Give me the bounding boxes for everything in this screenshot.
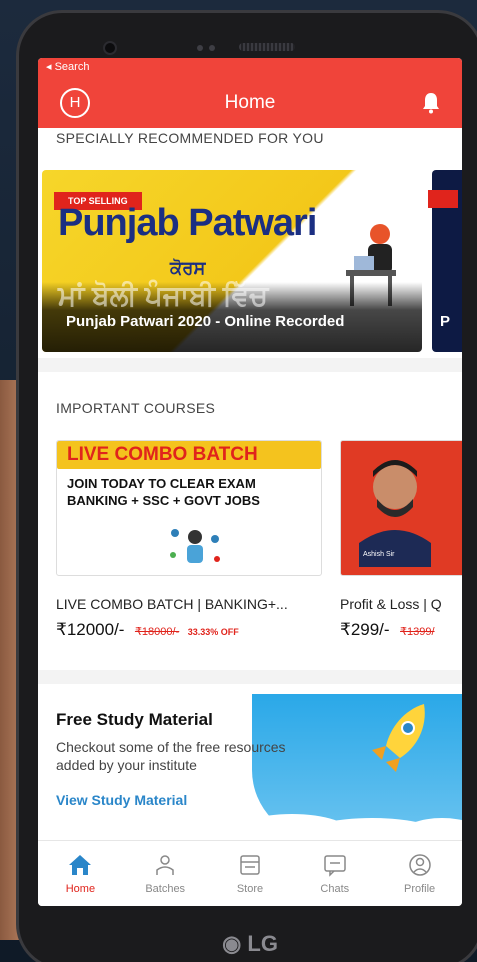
price-line: ₹12000/- ₹18000/- 33.33% OFF xyxy=(56,620,322,640)
course-card-profit-loss[interactable]: Ashish Sir Profit & Loss | Q ₹299/- ₹139… xyxy=(340,440,462,640)
chats-icon xyxy=(324,854,346,877)
study-person-icon xyxy=(170,529,220,563)
banner-title: Punjab Patwari xyxy=(58,202,317,244)
live-combo-title: LIVE COMBO BATCH xyxy=(57,441,321,469)
course-price: ₹12000/- xyxy=(56,620,125,639)
page-title: Home xyxy=(224,92,276,113)
lg-logo-icon: ◉ xyxy=(222,931,248,956)
tab-label: Profile xyxy=(403,882,436,895)
bell-icon[interactable] xyxy=(422,92,440,114)
batches-icon xyxy=(156,854,174,875)
tab-store[interactable]: Store xyxy=(215,853,285,895)
course-thumbnail: LIVE COMBO BATCH JOIN TODAY TO CLEAR EXA… xyxy=(56,440,322,576)
tab-home[interactable]: Home xyxy=(45,853,115,895)
app-screen: ◂ Search H Home SPECIALLY RECOMMENDED FO… xyxy=(38,58,462,906)
section-divider xyxy=(38,670,462,684)
price-line: ₹299/- ₹1399/ xyxy=(340,620,462,640)
important-courses-label: IMPORTANT COURSES xyxy=(56,400,216,416)
view-study-material-link[interactable]: View Study Material xyxy=(56,792,187,808)
study-title: Free Study Material xyxy=(56,710,213,729)
course-old-price: ₹18000/- xyxy=(134,626,180,638)
home-icon xyxy=(69,854,92,875)
camera-icon xyxy=(103,41,117,55)
banner-next[interactable]: P xyxy=(428,170,462,352)
back-to-search[interactable]: ◂ Search xyxy=(46,60,89,73)
study-description: Checkout some of the free resources adde… xyxy=(56,739,286,773)
section-divider xyxy=(38,358,462,372)
teacher-photo-icon xyxy=(359,460,431,567)
tab-label: Batches xyxy=(145,882,186,895)
tab-label: Home xyxy=(65,882,96,895)
course-name: LIVE COMBO BATCH | BANKING+... xyxy=(56,596,288,612)
speaker-grille xyxy=(239,43,295,51)
tab-profile[interactable]: Profile xyxy=(385,853,455,895)
recommended-carousel[interactable]: TOP SELLING Punjab Patwari ਕੋਰਸ ਮਾਂ ਬੋਲੀ… xyxy=(42,170,462,352)
courses-carousel[interactable]: LIVE COMBO BATCH JOIN TODAY TO CLEAR EXA… xyxy=(56,440,462,640)
banner-next-tag xyxy=(428,190,458,208)
tab-label: Store xyxy=(236,882,264,895)
device-brand: ◉ LG xyxy=(222,931,278,956)
course-price: ₹299/- xyxy=(340,620,390,639)
course-old-price: ₹1399/ xyxy=(400,626,435,638)
course-name: Profit & Loss | Q xyxy=(340,596,442,612)
tab-chats[interactable]: Chats xyxy=(300,853,370,895)
free-study-card[interactable]: Free Study Material Checkout some of the… xyxy=(38,694,462,840)
app-header: ◂ Search H Home xyxy=(38,58,462,128)
rocket-icon xyxy=(372,704,425,772)
course-discount: 33.33% OFF xyxy=(187,627,239,637)
course-card-live-combo[interactable]: LIVE COMBO BATCH JOIN TODAY TO CLEAR EXA… xyxy=(56,440,322,640)
profile-icon xyxy=(408,853,431,876)
cloud-icon xyxy=(252,814,462,840)
tab-label: Chats xyxy=(320,882,350,895)
join-text: JOIN TODAY TO CLEAR EXAM BANKING + SSC +… xyxy=(67,476,260,508)
banner-subtitle: ਕੋਰਸ xyxy=(170,258,206,278)
store-icon xyxy=(240,854,260,875)
bottom-tab-bar: Home Batches Store Chats Profile xyxy=(38,840,462,906)
course-thumbnail: Ashish Sir xyxy=(340,440,462,576)
banner-caption: Punjab Patwari 2020 - Online Recorded xyxy=(66,313,345,330)
tab-batches[interactable]: Batches xyxy=(130,853,200,895)
recommended-label: SPECIALLY RECOMMENDED FOR YOU xyxy=(56,130,324,146)
banner-next-caption: P xyxy=(440,313,451,330)
banner-punjabi-text: ਮਾਂ ਬੋਲੀ ਪੰਜਾਬੀ ਵਿੱਚ xyxy=(58,280,269,311)
banner-punjab-patwari[interactable]: TOP SELLING Punjab Patwari ਕੋਰਸ ਮਾਂ ਬੋਲੀ… xyxy=(42,170,422,352)
sensor-dots xyxy=(197,45,215,51)
teacher-name: Ashish Sir xyxy=(363,551,395,558)
